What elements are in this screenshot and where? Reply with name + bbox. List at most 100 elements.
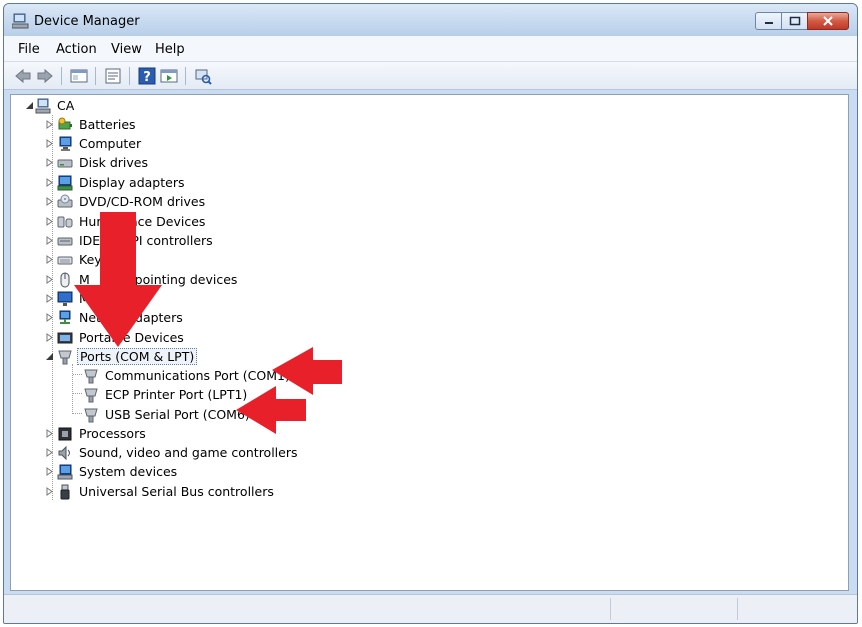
maximize-button[interactable]: [781, 12, 807, 30]
tree-item-label: M r pointing devices: [79, 272, 238, 287]
expand-triangle-icon[interactable]: [45, 467, 54, 476]
tree-root[interactable]: CA: [35, 96, 76, 115]
title-bar[interactable]: Device Manager: [4, 4, 857, 36]
expand-triangle-icon[interactable]: [45, 429, 54, 438]
tree-item-computer[interactable]: Computer: [57, 134, 143, 153]
expand-triangle-icon[interactable]: [45, 487, 54, 496]
tree-item-system-devices[interactable]: System devices: [57, 462, 179, 481]
tree-item-lpt1-port[interactable]: ECP Printer Port (LPT1): [83, 385, 249, 404]
tree-item-disk-drives[interactable]: Disk drives: [57, 153, 150, 172]
tree-item-label: IDE TAPI controllers: [79, 233, 213, 248]
help-icon[interactable]: ?: [138, 67, 156, 85]
tree-root-label: CA: [57, 98, 75, 113]
device-tree[interactable]: CA Batteries Computer Disk drives Displa…: [10, 94, 849, 591]
monitor-icon: [57, 291, 73, 306]
expand-triangle-icon[interactable]: [45, 217, 54, 226]
expand-triangle-icon[interactable]: [45, 255, 54, 264]
status-divider: [610, 598, 611, 620]
port-icon: [84, 388, 98, 402]
toolbar-separator: [129, 67, 130, 85]
expand-triangle-icon[interactable]: [45, 333, 54, 342]
expand-triangle-icon[interactable]: [45, 313, 54, 322]
expand-triangle-icon[interactable]: [45, 448, 54, 457]
show-hide-tree-icon[interactable]: [70, 67, 88, 85]
tree-item-processors[interactable]: Processors: [57, 424, 148, 443]
tree-item-monitors[interactable]: Mo: [57, 289, 99, 308]
tree-item-label: Display adapters: [79, 175, 185, 190]
minimize-button[interactable]: [755, 12, 781, 30]
tree-item-label: DVD/CD-ROM drives: [79, 194, 206, 209]
tree-item-label: Batteries: [79, 117, 136, 132]
expand-triangle-icon[interactable]: [45, 294, 54, 303]
tree-item-batteries[interactable]: Batteries: [57, 115, 138, 134]
tree-item-com1-port[interactable]: Communications Port (COM1): [83, 366, 292, 385]
tree-item-dvd-drives[interactable]: DVD/CD-ROM drives: [57, 192, 207, 211]
menu-help[interactable]: Help: [155, 42, 185, 57]
tree-item-display-adapters[interactable]: Display adapters: [57, 173, 186, 192]
toolbar-separator: [61, 67, 62, 85]
tree-item-portable-devices[interactable]: Portable Devices: [57, 328, 186, 347]
tree-item-ide-controllers[interactable]: IDE TAPI controllers: [57, 231, 215, 250]
tree-item-sound-controllers[interactable]: Sound, video and game controllers: [57, 443, 300, 462]
forward-arrow-icon[interactable]: [36, 67, 54, 85]
port-icon: [58, 350, 72, 364]
status-divider: [737, 598, 738, 620]
tree-guide-line: [72, 364, 73, 414]
tree-item-ports[interactable]: Ports (COM & LPT): [57, 347, 198, 366]
tree-item-label: Disk drives: [79, 155, 148, 170]
expand-triangle-icon[interactable]: [45, 178, 54, 187]
system-device-icon: [57, 464, 73, 479]
menu-bar: File Action View Help: [4, 36, 857, 62]
mouse-icon: [60, 272, 70, 287]
expand-triangle-icon[interactable]: [45, 158, 54, 167]
scan-hardware-icon[interactable]: [194, 67, 212, 85]
tree-item-mice[interactable]: M r pointing devices: [57, 270, 239, 289]
close-button[interactable]: [807, 12, 849, 30]
device-manager-window: Device Manager File Action View Help ? C…: [3, 3, 858, 624]
minimize-icon: [764, 22, 773, 24]
tree-item-label: USB Serial Port (COM6): [105, 407, 250, 422]
tree-item-label: Hum rface Devices: [79, 214, 206, 229]
collapse-triangle-icon[interactable]: [25, 101, 34, 110]
menu-view[interactable]: View: [111, 42, 142, 57]
expand-triangle-icon[interactable]: [45, 139, 54, 148]
menu-file[interactable]: File: [18, 42, 40, 57]
expand-triangle-icon[interactable]: [45, 275, 54, 284]
tree-item-com6-port[interactable]: USB Serial Port (COM6): [83, 405, 252, 424]
toolbar-separator: [185, 67, 186, 85]
tree-item-label: System devices: [79, 464, 178, 479]
hid-icon: [57, 216, 73, 227]
expand-triangle-icon[interactable]: [45, 120, 54, 129]
caption-buttons: [755, 12, 849, 30]
tree-item-label: Communications Port (COM1): [105, 368, 290, 383]
tree-item-keyboards[interactable]: Key: [57, 250, 104, 269]
tree-item-label: Sound, video and game controllers: [79, 445, 298, 460]
menu-action[interactable]: Action: [56, 42, 97, 57]
tree-item-label: Ports (COM & LPT): [77, 348, 198, 365]
tree-item-label: ECP Printer Port (LPT1): [105, 387, 248, 402]
svg-text:?: ?: [143, 70, 151, 85]
battery-icon: [58, 117, 72, 129]
port-icon: [84, 408, 98, 422]
tree-item-label: Key: [79, 252, 102, 267]
tree-guide-line: [73, 374, 82, 375]
properties-icon[interactable]: [104, 67, 122, 85]
collapse-triangle-icon[interactable]: [45, 352, 54, 361]
computer-icon: [35, 98, 51, 113]
processor-icon: [58, 427, 72, 440]
close-icon: [823, 16, 833, 26]
tree-item-label: Mo: [79, 291, 98, 306]
expand-triangle-icon[interactable]: [45, 236, 54, 245]
maximize-icon: [789, 16, 800, 26]
toolbar: ?: [4, 62, 857, 90]
tree-item-usb-controllers[interactable]: Universal Serial Bus controllers: [57, 482, 276, 501]
status-bar: [4, 594, 857, 623]
back-arrow-icon[interactable]: [14, 67, 32, 85]
tree-item-network-adapters[interactable]: Netw dapters: [57, 308, 185, 327]
tree-item-label: Portable Devices: [79, 330, 184, 345]
expand-triangle-icon[interactable]: [45, 197, 54, 206]
tree-item-label: Computer: [79, 136, 142, 151]
tree-item-human-interface-devices[interactable]: Hum rface Devices: [57, 212, 207, 231]
run-icon[interactable]: [160, 67, 178, 85]
window-title: Device Manager: [34, 14, 140, 29]
